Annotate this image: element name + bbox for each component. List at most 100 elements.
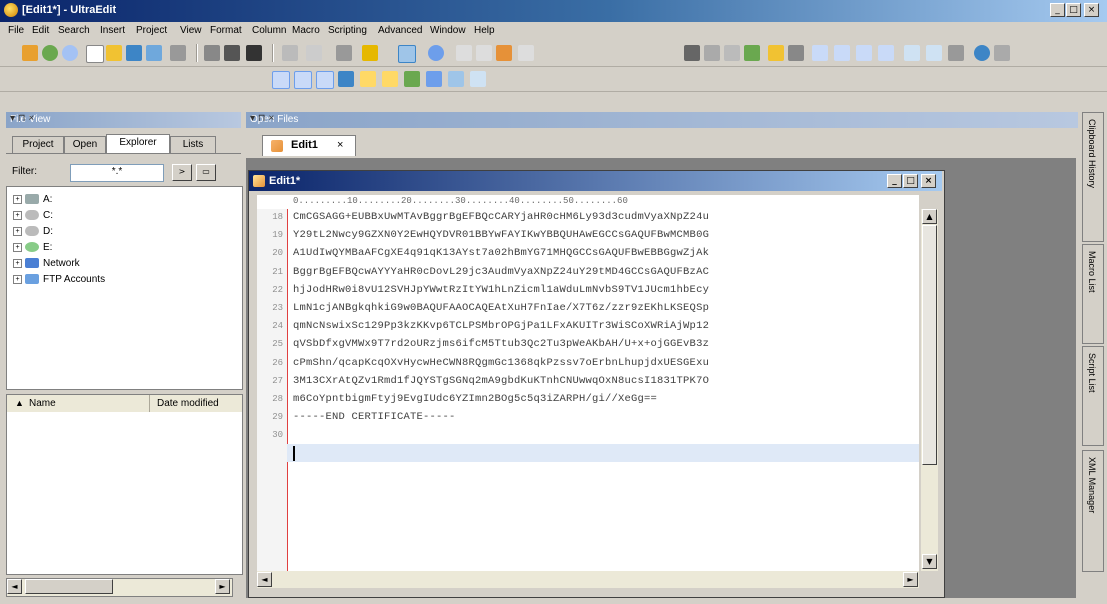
code-line[interactable]: qmNcNswixSc129Pp3kzKKvp6TCLPSMbrOPGjPa1L…	[293, 320, 709, 332]
column-name[interactable]: Name	[29, 398, 56, 409]
new-file-icon[interactable]	[86, 45, 104, 63]
tree-item-e[interactable]: + E:	[13, 242, 52, 253]
print-icon[interactable]	[170, 45, 186, 61]
file-list[interactable]	[6, 412, 243, 575]
filter-input[interactable]: *.*	[70, 164, 164, 182]
tab-project[interactable]: Project	[12, 136, 64, 154]
code-line[interactable]: 3M13CXrAtQZv1Rmd1fJQYSTgSGNq2mA9gbdKuKTn…	[293, 375, 709, 387]
menu-format[interactable]: Format	[210, 25, 242, 36]
menu-advanced[interactable]: Advanced	[378, 25, 422, 36]
file-tab-edit1[interactable]: Edit1 ×	[262, 135, 356, 156]
menu-help[interactable]: Help	[474, 25, 495, 36]
find-icon[interactable]	[684, 45, 700, 61]
code-line[interactable]: -----END CERTIFICATE-----	[293, 411, 456, 423]
maximize-button[interactable]: □	[1066, 3, 1081, 17]
tree-item-a[interactable]: + A:	[13, 194, 52, 205]
print-preview-icon[interactable]	[204, 45, 220, 61]
file-view-controls[interactable]: ▾ ⊓ ×	[10, 113, 237, 124]
save-icon[interactable]	[126, 45, 142, 61]
scroll-thumb[interactable]	[25, 579, 113, 594]
filter-options-button[interactable]: ▭	[196, 164, 216, 181]
menu-column[interactable]: Column	[252, 25, 286, 36]
minimize-button[interactable]: _	[1050, 3, 1065, 17]
filter-go-button[interactable]: >	[172, 164, 192, 181]
tree-item-ftp[interactable]: + FTP Accounts	[13, 274, 105, 285]
html-table-icon[interactable]	[294, 71, 312, 89]
docked-tab-script-list[interactable]: Script List	[1082, 346, 1104, 446]
app-icon[interactable]	[4, 3, 18, 17]
docked-tab-clipboard-history[interactable]: Clipboard History	[1082, 112, 1104, 242]
tree-item-network[interactable]: + Network	[13, 258, 80, 269]
html-image-icon[interactable]	[338, 71, 354, 87]
docked-tab-xml-manager[interactable]: XML Manager	[1082, 450, 1104, 572]
code-line[interactable]: Y29tL2Nwcy9GZXN0Y2EwHQYDVR01BBYwFAYIKwYB…	[293, 229, 709, 241]
code-line[interactable]: CmCGSAGG+EUBBxUwMTAvBggrBgEFBQcCARYjaHR0…	[293, 211, 709, 223]
browser-icon[interactable]	[428, 45, 444, 61]
editor-minimize-button[interactable]: _	[887, 174, 902, 188]
tab-icon[interactable]	[856, 45, 872, 61]
save-all-icon[interactable]	[146, 45, 162, 61]
editor-scroll-left-button[interactable]: ◄	[257, 572, 272, 587]
html-preview-icon[interactable]	[470, 71, 486, 87]
replace-icon[interactable]	[724, 45, 740, 61]
tab-explorer[interactable]: Explorer	[106, 134, 170, 154]
html-grid-icon[interactable]	[448, 71, 464, 87]
properties-icon[interactable]	[948, 45, 964, 61]
code-line[interactable]: qVSbDfxgVMWx9T7rd2oURzjms6ifcM5Ttub3Qc2T…	[293, 338, 709, 350]
column-date-modified[interactable]: Date modified	[157, 398, 219, 409]
menu-macro[interactable]: Macro	[292, 25, 320, 36]
scroll-up-button[interactable]: ▲	[922, 209, 937, 224]
menu-project[interactable]: Project	[136, 25, 167, 36]
code-line[interactable]: hjJodHRw0i8vU12SVHJpYWwtRzItYW1hLnZicml1…	[293, 284, 709, 296]
open-file-icon[interactable]	[106, 45, 122, 61]
menu-file[interactable]: File	[8, 25, 24, 36]
editor-hscroll[interactable]: ◄ ►	[257, 571, 919, 588]
editor-scroll-right-button[interactable]: ►	[903, 572, 918, 587]
code-line[interactable]: BggrBgEFBQcwAYYYaHR0cDovL29jc3AudmVyaXNp…	[293, 266, 709, 278]
goto-icon[interactable]	[788, 45, 804, 61]
scroll-right-button[interactable]: ►	[215, 579, 230, 594]
file-list-hscroll[interactable]: ◄ ►	[6, 578, 233, 597]
menu-window[interactable]: Window	[430, 25, 466, 36]
menu-view[interactable]: View	[180, 25, 202, 36]
copy-icon[interactable]	[476, 45, 492, 61]
code-line[interactable]: LmN1cjANBgkqhkiG9w0BAQUFAAOCAQEAtXuH7FnI…	[293, 302, 709, 314]
close-tab-icon[interactable]: ×	[337, 139, 343, 151]
list-view-icon[interactable]	[398, 45, 416, 63]
wordwrap-icon[interactable]	[282, 45, 298, 61]
editor-close-button[interactable]: ×	[921, 174, 936, 188]
code-line[interactable]: cPmShn/qcapKcqOXvHycwHeCWN8RQgmGc1368qkP…	[293, 357, 709, 369]
code-line[interactable]: m6CoYpntbigmFtyj9EvgIUdc6YZImn2BOg5c5q3i…	[293, 393, 657, 405]
column-mode-icon[interactable]	[306, 45, 322, 61]
font-icon[interactable]	[224, 45, 240, 61]
html-list-icon[interactable]	[316, 71, 334, 89]
highlight-icon[interactable]	[362, 45, 378, 61]
scroll-down-button[interactable]: ▼	[922, 554, 937, 569]
html-tag-icon[interactable]	[272, 71, 290, 89]
cut-icon[interactable]	[456, 45, 472, 61]
menu-search[interactable]: Search	[58, 25, 90, 36]
html-form-icon[interactable]	[382, 71, 398, 87]
vscroll-thumb[interactable]	[922, 225, 937, 465]
sort-icon[interactable]	[834, 45, 850, 61]
tab-open[interactable]: Open	[64, 136, 106, 154]
paste-icon[interactable]	[496, 45, 512, 61]
forward-icon[interactable]	[62, 45, 78, 61]
bold-icon[interactable]	[246, 45, 262, 61]
tree-item-d[interactable]: + D:	[13, 226, 53, 237]
editor-maximize-button[interactable]: □	[903, 174, 918, 188]
menu-insert[interactable]: Insert	[100, 25, 125, 36]
menu-edit[interactable]: Edit	[32, 25, 49, 36]
text-editor[interactable]: 18 19 20 21 22 23 24 25 26 27 28 29 30 CmCGSAGG+EUBB…	[257, 209, 919, 571]
menu-scripting[interactable]: Scripting	[328, 25, 367, 36]
indent-icon[interactable]	[878, 45, 894, 61]
editor-vscroll[interactable]: ▲ ▼	[921, 209, 938, 571]
tab-lists[interactable]: Lists	[170, 136, 216, 154]
dropdown-arrow-icon[interactable]	[518, 45, 534, 61]
html-frame-icon[interactable]	[426, 71, 442, 87]
hex-mode-icon[interactable]	[336, 45, 352, 61]
compare-icon[interactable]	[812, 45, 828, 61]
window-icon[interactable]	[926, 45, 942, 61]
more-icon[interactable]	[994, 45, 1010, 61]
find-next-icon[interactable]	[704, 45, 720, 61]
